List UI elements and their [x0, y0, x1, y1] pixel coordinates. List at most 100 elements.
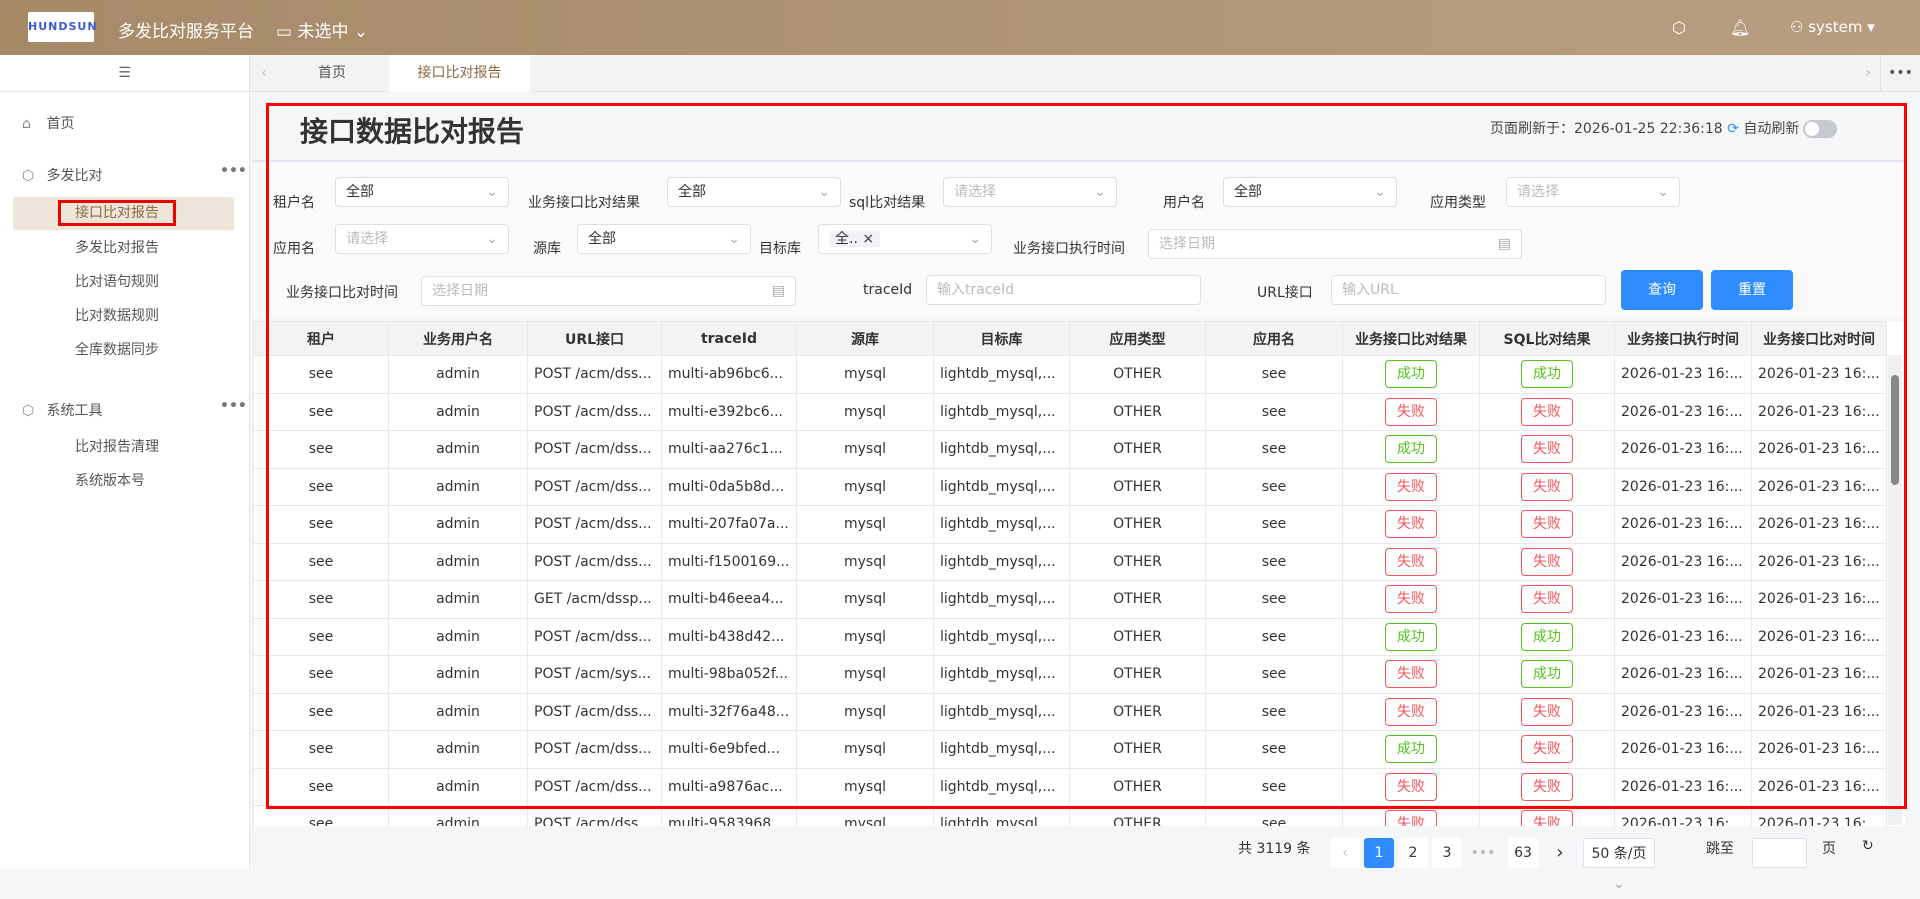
app-type-select[interactable]: 请选择 ⌄	[1506, 177, 1680, 207]
sidebar-item-report-cleanup[interactable]: 比对报告清理	[13, 431, 234, 464]
status-badge: 失败	[1385, 810, 1437, 826]
project-selector[interactable]: ▭ 未选中 ⌄	[276, 17, 368, 42]
page-size-select[interactable]: 50 条/页 ⌄	[1583, 838, 1655, 892]
table-row[interactable]: see admin POST /acm/dss... multi-a9876ac...…	[253, 767, 1887, 806]
table-cell: admin	[388, 392, 528, 431]
sidebar-item-statement-rules[interactable]: 比对语句规则	[13, 266, 234, 299]
table-cell: 成功	[1479, 355, 1615, 394]
table-cell: 成功	[1342, 617, 1480, 656]
sidebar-item-data-rules[interactable]: 比对数据规则	[13, 300, 234, 333]
table-row[interactable]: see admin POST /acm/dss... multi-0da5b8d...…	[253, 467, 1887, 506]
sidebar-item-home[interactable]: ⌂ 首页	[22, 113, 74, 133]
table-row[interactable]: see admin POST /acm/dss... multi-e392bc6...…	[253, 392, 1887, 431]
more-icon[interactable]: •••	[220, 398, 247, 414]
sidebar-item-interface-report[interactable]: 接口比对报告	[13, 197, 234, 230]
table-cell: 失败	[1479, 767, 1615, 806]
table-cell: 2026-01-23 16:...	[1751, 430, 1887, 469]
chevron-down-icon: ⌄	[1657, 184, 1669, 200]
source-db-select[interactable]: 全部 ⌄	[577, 224, 751, 254]
reload-icon[interactable]: ↻	[1862, 838, 1874, 854]
table-row[interactable]: see admin POST /acm/dss... multi-aa276c1...…	[253, 430, 1887, 469]
table-row[interactable]: see admin POST /acm/dss... multi-32f76a48..…	[253, 692, 1887, 731]
cube-icon[interactable]: ⬡	[1672, 18, 1686, 37]
biz-result-select[interactable]: 全部 ⌄	[667, 177, 841, 207]
table-cell: mysql	[796, 355, 934, 394]
table-cell: 2026-01-23 16:...	[1614, 730, 1752, 769]
tab-home[interactable]: 首页	[275, 55, 389, 92]
table-row[interactable]: see admin POST /acm/dss... multi-ab96bc6...…	[253, 355, 1887, 394]
sidebar-item-full-sync[interactable]: 全库数据同步	[13, 334, 234, 367]
logo: HUNDSUN	[28, 12, 97, 42]
tab-more-icon[interactable]: •••	[1880, 55, 1920, 92]
table-row[interactable]: see admin POST /acm/dss... multi-207fa07a..…	[253, 505, 1887, 544]
table-cell: multi-207fa07a...	[661, 505, 797, 544]
sql-result-select[interactable]: 请选择 ⌄	[943, 177, 1117, 207]
app-name-select[interactable]: 请选择 ⌄	[335, 224, 509, 254]
sidebar-group-multi-compare[interactable]: ⬡ 多发比对	[22, 165, 102, 185]
page-3[interactable]: 3	[1432, 838, 1462, 868]
refresh-time: 2026-01-25 22:36:18	[1574, 121, 1723, 137]
tab-interface-report[interactable]: 接口比对报告	[389, 55, 530, 92]
table-scrollbar[interactable]	[1888, 355, 1902, 825]
user-menu[interactable]: ⚇ system ▾	[1790, 18, 1875, 36]
table-row[interactable]: see admin POST /acm/sys... multi-98ba052f..…	[253, 655, 1887, 694]
table-row[interactable]: see admin POST /acm/dss... multi-6e9bfed...…	[253, 730, 1887, 769]
table-row[interactable]: see admin GET /acm/dssp... multi-b46eea4...…	[253, 580, 1887, 619]
refresh-icon[interactable]: ⟳	[1727, 121, 1739, 137]
trace-id-input[interactable]: 输入traceId	[926, 275, 1201, 305]
sidebar-item-version[interactable]: 系统版本号	[13, 465, 234, 498]
table-cell: admin	[388, 692, 528, 731]
page-63[interactable]: 63	[1508, 838, 1538, 868]
column-header: 应用类型	[1069, 321, 1206, 356]
table-cell: 2026-01-23 16:...	[1751, 617, 1887, 656]
prev-page-icon[interactable]: ‹	[1330, 838, 1360, 868]
chevron-down-icon: ⌄	[1094, 184, 1106, 200]
table-row[interactable]: see admin POST /acm/dss... multi-f1500169..…	[253, 542, 1887, 581]
menu-collapse-icon[interactable]: ☰	[0, 55, 249, 92]
sidebar-group-system-tools[interactable]: ⬡ 系统工具	[22, 400, 102, 420]
more-icon[interactable]: •••	[220, 163, 247, 179]
monitor-icon: ▭	[276, 22, 298, 42]
page-1[interactable]: 1	[1364, 838, 1394, 868]
page-2[interactable]: 2	[1398, 838, 1428, 868]
status-badge: 失败	[1385, 697, 1437, 726]
table-cell: lightdb_mysql,...	[933, 692, 1070, 731]
jump-input[interactable]	[1752, 838, 1807, 868]
table-cell: lightdb_mysql,...	[933, 767, 1070, 806]
project-label: 未选中	[297, 22, 349, 42]
table-row[interactable]: see admin POST /acm/dss... multi-b438d42...…	[253, 617, 1887, 656]
tenant-select[interactable]: 全部 ⌄	[335, 177, 509, 207]
close-icon[interactable]: ×	[862, 231, 874, 247]
next-page-icon[interactable]: ›	[1545, 838, 1575, 868]
exec-time-picker[interactable]: 选择日期 ▤	[1148, 229, 1522, 259]
query-button[interactable]: 查询	[1621, 270, 1703, 310]
status-badge: 失败	[1521, 585, 1573, 614]
table-cell: admin	[388, 505, 528, 544]
table-row[interactable]: see admin POST /acm/dss... multi-9583968...…	[253, 805, 1887, 826]
status-badge: 失败	[1385, 660, 1437, 689]
compare-time-label: 业务接口比对时间	[286, 285, 398, 301]
tab-scroll-right-icon[interactable]: ›	[1858, 55, 1878, 92]
auto-refresh-toggle[interactable]	[1803, 120, 1838, 138]
table-cell: POST /acm/dss...	[527, 392, 662, 431]
table-cell: admin	[388, 805, 528, 826]
compare-time-picker[interactable]: 选择日期 ▤	[421, 276, 796, 306]
tab-scroll-left-icon[interactable]: ‹	[254, 55, 274, 92]
table-cell: see	[253, 692, 389, 731]
sidebar-item-multi-report[interactable]: 多发比对报告	[13, 232, 234, 265]
status-badge: 失败	[1521, 735, 1573, 764]
target-db-select[interactable]: 全.. × ⌄	[818, 224, 992, 254]
table-cell: OTHER	[1069, 617, 1206, 656]
table-cell: lightdb_mysql,...	[933, 580, 1070, 619]
reset-button[interactable]: 重置	[1711, 270, 1793, 310]
table-cell: OTHER	[1069, 392, 1206, 431]
table-cell: admin	[388, 617, 528, 656]
page-ellipsis[interactable]: •••	[1468, 838, 1498, 868]
app-type-label: 应用类型	[1430, 195, 1486, 211]
table-cell: see	[253, 355, 389, 394]
scrollbar-thumb[interactable]	[1891, 375, 1899, 485]
table-cell: see	[253, 542, 389, 581]
url-input[interactable]: 输入URL	[1331, 275, 1606, 305]
bell-icon[interactable]: 🔔︎	[1730, 18, 1750, 37]
user-select[interactable]: 全部 ⌄	[1223, 177, 1397, 207]
